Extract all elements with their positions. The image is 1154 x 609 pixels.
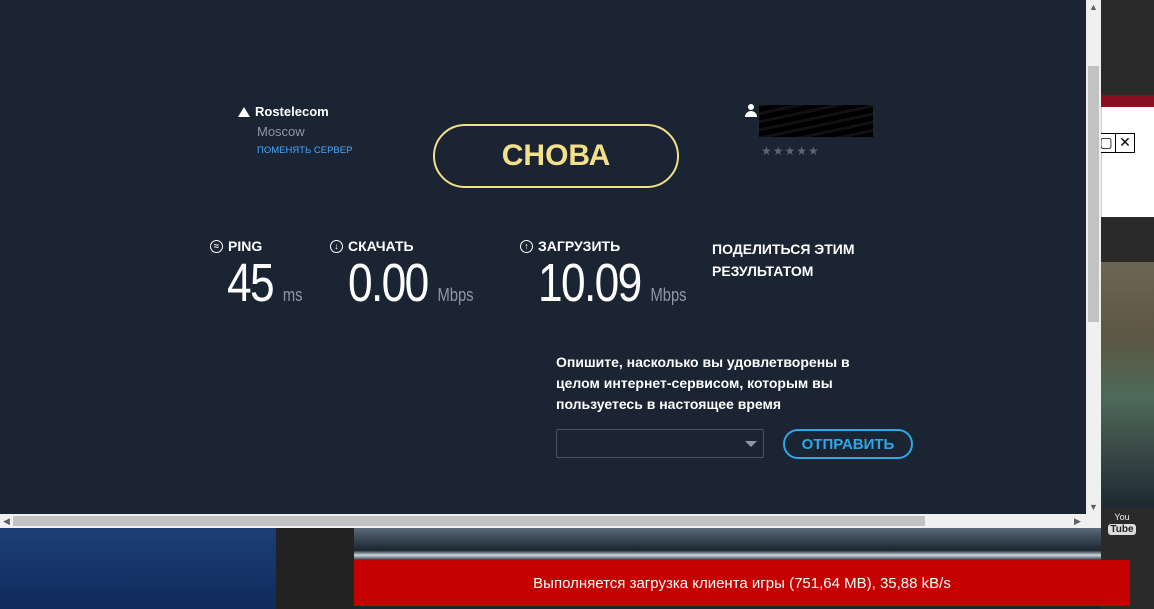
share-line-2: РЕЗУЛЬТАТОМ — [712, 263, 814, 279]
background-photo — [354, 528, 1130, 560]
vertical-scroll-thumb[interactable] — [1088, 66, 1099, 322]
isp-name: Rostelecom — [238, 104, 352, 119]
youtube-logo-you: You — [1114, 512, 1130, 522]
send-button[interactable]: ОТПРАВИТЬ — [783, 429, 913, 459]
share-result-link[interactable]: ПОДЕЛИТЬСЯ ЭТИМ РЕЗУЛЬТАТОМ — [712, 238, 855, 282]
chevron-down-icon — [745, 441, 757, 447]
upload-label: ЗАГРУЗИТЬ — [538, 238, 621, 254]
background-red-band — [1101, 95, 1154, 107]
user-info: ★★★★★ — [745, 104, 873, 158]
server-city: Moscow — [257, 124, 305, 139]
game-download-status-bar: Выполняется загрузка клиента игры (751,6… — [354, 560, 1130, 606]
horizontal-scrollbar[interactable]: ◀ ▶ — [0, 514, 1086, 528]
survey-question: Опишите, насколько вы удовлетворены в це… — [556, 354, 850, 412]
satisfaction-select[interactable] — [556, 429, 764, 458]
scroll-down-icon[interactable]: ▼ — [1086, 500, 1101, 514]
redacted-username — [759, 105, 873, 137]
upload-unit: Mbps — [650, 285, 687, 305]
isp-info: Rostelecom Moscow ПОМЕНЯТЬ СЕРВЕР — [238, 104, 352, 156]
download-label: СКАЧАТЬ — [348, 238, 414, 254]
upload-value: 10.09 — [538, 253, 642, 313]
again-button[interactable]: СНОВА — [433, 124, 679, 188]
isp-name-text: Rostelecom — [255, 104, 329, 119]
vertical-scrollbar[interactable]: ▲ ▼ — [1086, 0, 1101, 514]
download-arrow-icon: ↓ — [330, 239, 343, 253]
download-metric: ↓ СКАЧАТЬ 0.00 Mbps — [330, 238, 501, 322]
ping-metric: ≈ PING 45 ms — [210, 238, 319, 322]
ping-unit: ms — [282, 285, 303, 305]
download-status-text: Выполняется загрузка клиента игры (751,6… — [533, 574, 951, 592]
download-value: 0.00 — [348, 253, 429, 313]
youtube-logo[interactable]: You Tube — [1108, 512, 1136, 538]
scroll-up-icon[interactable]: ▲ — [1086, 0, 1101, 14]
user-icon — [745, 104, 757, 118]
scroll-left-icon[interactable]: ◀ — [0, 514, 13, 528]
speedtest-window: Rostelecom Moscow ПОМЕНЯТЬ СЕРВЕР СНОВА … — [0, 0, 1101, 528]
close-icon[interactable]: ✕ — [1115, 133, 1135, 153]
background-dialog — [1101, 107, 1154, 217]
change-server-link[interactable]: ПОМЕНЯТЬ СЕРВЕР — [257, 145, 352, 156]
upload-metric: ↑ ЗАГРУЗИТЬ 10.09 Mbps — [520, 238, 719, 322]
share-line-1: ПОДЕЛИТЬСЯ ЭТИМ — [712, 241, 855, 257]
server-icon — [238, 106, 250, 117]
upload-arrow-icon: ↑ — [520, 239, 533, 253]
scrollbar-corner — [1086, 514, 1101, 528]
scroll-right-icon[interactable]: ▶ — [1071, 514, 1084, 528]
ping-icon: ≈ — [210, 239, 223, 253]
horizontal-scroll-thumb[interactable] — [13, 516, 925, 526]
ping-label: PING — [228, 238, 263, 254]
youtube-logo-tube: Tube — [1108, 524, 1136, 535]
download-unit: Mbps — [437, 285, 474, 305]
background-strip — [276, 528, 354, 609]
background-window — [0, 528, 276, 609]
background-right-photo — [1101, 262, 1154, 507]
rating-stars[interactable]: ★★★★★ — [761, 144, 820, 158]
ping-value: 45 — [227, 253, 275, 313]
